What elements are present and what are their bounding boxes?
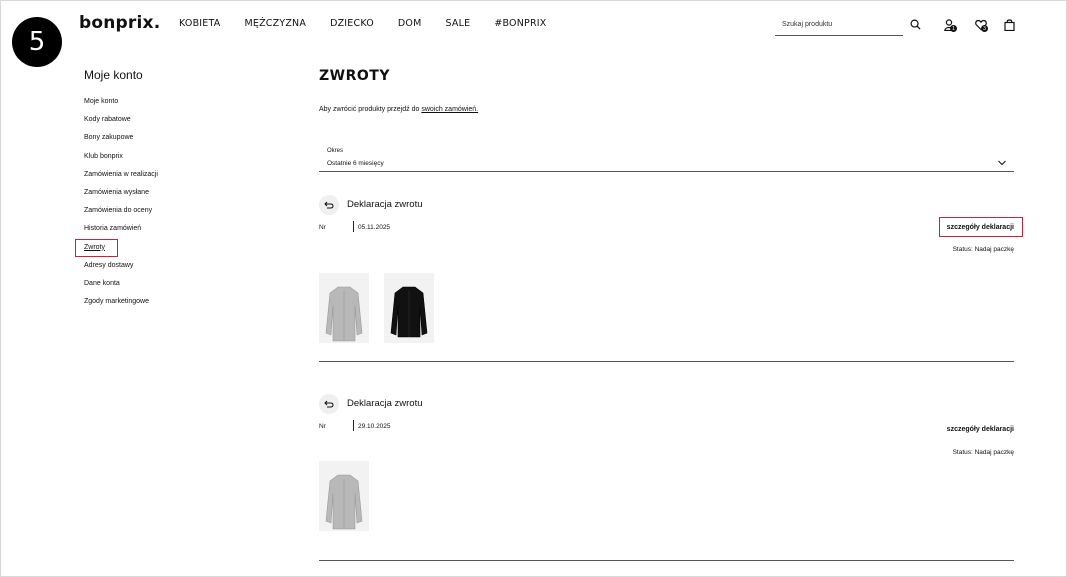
nav-dziecko[interactable]: DZIECKO <box>330 18 374 29</box>
nav-sale[interactable]: SALE <box>446 18 471 29</box>
sidebar-title: Moje konto <box>84 68 143 82</box>
return-date: 05.11.2025 <box>353 221 390 232</box>
nav-kobieta[interactable]: KOBIETA <box>179 18 220 29</box>
return-number-label: Nr <box>319 423 326 430</box>
sidebar-item-dane-konta[interactable]: Dane konta <box>84 279 158 297</box>
account-button[interactable]: 1 <box>944 18 957 36</box>
coat-image <box>325 286 363 342</box>
sidebar-item-moje-konto[interactable]: Moje konto <box>84 97 158 115</box>
divider <box>319 560 1014 561</box>
grey-coat-thumbnail[interactable] <box>319 461 369 531</box>
search-input[interactable]: Szukaj produktu <box>775 15 903 36</box>
return-title: Deklaracja zwrotu <box>347 199 423 210</box>
return-icon <box>319 195 339 215</box>
sidebar-item-zamowienia-do-oceny[interactable]: Zamówienia do oceny <box>84 206 158 224</box>
grey-coat-thumbnail[interactable] <box>319 273 369 343</box>
black-coat-thumbnail[interactable] <box>384 273 434 343</box>
intro-text: Aby zwrócić produkty przejdź do swoich z… <box>319 106 478 113</box>
account-sidebar-menu: Moje konto Kody rabatowe Bony zakupowe K… <box>75 97 158 315</box>
main-navigation: KOBIETA MĘŻCZYZNA DZIECKO DOM SALE #BONP… <box>179 18 570 29</box>
period-value: Ostatnie 6 miesięcy <box>327 160 384 167</box>
chevron-down-icon <box>998 160 1006 166</box>
orders-link[interactable]: swoich zamówień. <box>421 106 478 113</box>
page-title: ZWROTY <box>319 68 390 84</box>
return-title: Deklaracja zwrotu <box>347 398 423 409</box>
nav-dom[interactable]: DOM <box>398 18 422 29</box>
return-date: 29.10.2025 <box>353 420 391 431</box>
return-status: Status: Nadaj paczkę <box>952 449 1014 456</box>
sidebar-item-zgody-marketingowe[interactable]: Zgody marketingowe <box>84 297 158 315</box>
sidebar-item-zamowienia-w-realizacji[interactable]: Zamówienia w realizacji <box>84 170 158 188</box>
wishlist-button[interactable]: 3 <box>975 18 988 36</box>
highlight-box <box>75 238 118 257</box>
nav-bonprix[interactable]: #BONPRIX <box>494 18 546 29</box>
period-label: Okres <box>327 148 344 154</box>
sidebar-item-kody-rabatowe[interactable]: Kody rabatowe <box>84 115 158 133</box>
nav-mezczyzna[interactable]: MĘŻCZYZNA <box>244 18 306 29</box>
sidebar-item-zwroty[interactable]: Zwroty <box>75 238 158 261</box>
coat-image <box>390 286 428 338</box>
cart-button[interactable] <box>1004 18 1015 36</box>
bonprix-logo[interactable]: bonprix. <box>79 13 160 33</box>
declaration-details-link[interactable]: szczegóły deklaracji <box>947 426 1014 433</box>
search-icon[interactable] <box>910 19 921 30</box>
divider <box>319 361 1014 362</box>
period-select[interactable]: Okres Ostatnie 6 miesięcy <box>319 142 1014 172</box>
return-icon <box>319 394 339 414</box>
account-badge: 1 <box>950 25 957 32</box>
sidebar-item-klub-bonprix[interactable]: Klub bonprix <box>84 152 158 170</box>
intro-text-body: Aby zwrócić produkty przejdź do <box>319 106 422 113</box>
sidebar-item-zamowienia-wyslane[interactable]: Zamówienia wysłane <box>84 188 158 206</box>
return-number-label: Nr <box>319 224 326 231</box>
sidebar-item-bony-zakupowe[interactable]: Bony zakupowe <box>84 133 158 151</box>
sidebar-item-adresy-dostawy[interactable]: Adresy dostawy <box>84 261 158 279</box>
declaration-details-link[interactable]: szczegóły deklaracji <box>947 224 1014 231</box>
return-status: Status: Nadaj paczkę <box>952 246 1014 253</box>
step-number-badge: 5 <box>12 17 62 67</box>
coat-image <box>325 474 363 530</box>
shopping-bag-icon <box>1004 19 1015 32</box>
screenshot-frame <box>0 0 1067 577</box>
wishlist-badge: 3 <box>981 25 988 32</box>
